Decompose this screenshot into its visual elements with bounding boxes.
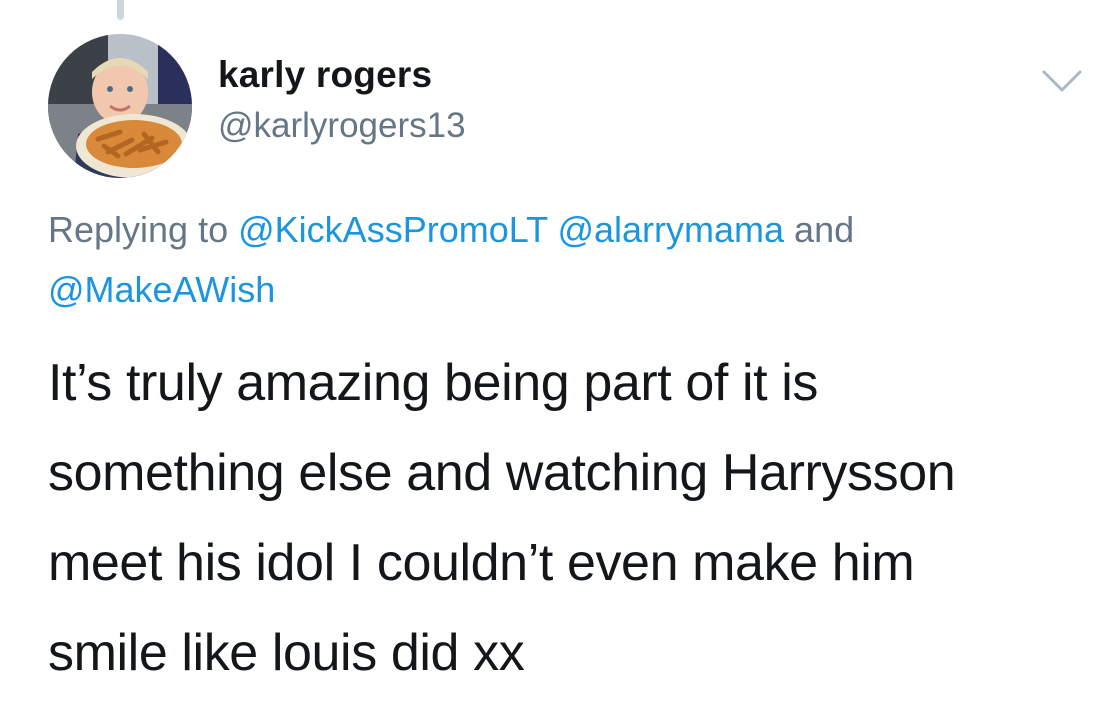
tweet-text-line: meet his idol I couldn’t even make him (48, 534, 915, 592)
replying-to-conjunction: and (794, 209, 855, 250)
chevron-down-icon[interactable] (1040, 66, 1084, 96)
user-handle[interactable]: @karlyrogers13 (218, 106, 466, 146)
replying-to-prefix: Replying to (48, 209, 229, 250)
tweet-text: It’s truly amazing being part of it is s… (48, 338, 1088, 698)
mention-link[interactable]: @alarrymama (557, 209, 784, 250)
mention-link[interactable]: @MakeAWish (48, 269, 275, 310)
avatar-image (48, 34, 192, 178)
replying-to-line: Replying to @KickAssPromoLT @alarrymama … (48, 200, 1058, 320)
mention-link[interactable]: @KickAssPromoLT (238, 209, 547, 250)
tweet-text-line: It’s truly amazing being part of it is (48, 354, 818, 412)
avatar[interactable] (48, 34, 192, 178)
thread-connector-line (117, 0, 124, 20)
tweet-text-line: smile like louis did xx (48, 624, 525, 682)
tweet-text-line: something else and watching Harrysson (48, 444, 956, 502)
display-name[interactable]: karly rogers (218, 54, 432, 96)
